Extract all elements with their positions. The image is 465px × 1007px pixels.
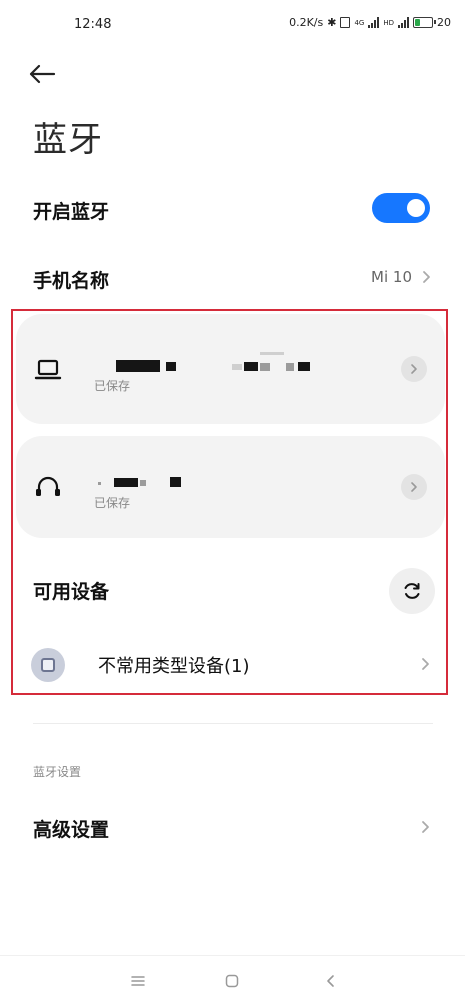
battery-icon [413, 17, 436, 28]
back-arrow-icon [29, 64, 56, 84]
signal-2-label: HD [383, 18, 394, 27]
advanced-settings-label: 高级设置 [33, 819, 110, 841]
status-indicators: 0.2K/s ✱ 4G HD 20 [289, 16, 451, 29]
phone-name-row-value[interactable]: Mi 10 [371, 268, 431, 286]
divider [33, 723, 433, 724]
bluetooth-status-icon: ✱ [327, 16, 337, 29]
status-bar: 12:48 0.2K/s ✱ 4G HD 20 [0, 0, 465, 50]
phone-name-label[interactable]: 手机名称 [33, 266, 109, 293]
phone-name-value: Mi 10 [371, 268, 412, 286]
sim-status-icon [340, 17, 351, 28]
section-label: 蓝牙设置 [33, 765, 82, 779]
back-icon [327, 975, 334, 987]
page-title: 蓝牙 [33, 120, 103, 160]
nav-back-button[interactable] [316, 968, 344, 994]
status-time: 12:48 [74, 17, 112, 32]
bluetooth-toggle-label: 开启蓝牙 [33, 201, 110, 223]
menu-icon [131, 976, 145, 986]
signal-bars-2-icon [398, 17, 409, 28]
toggle-knob [407, 199, 425, 217]
menu-button[interactable] [124, 968, 152, 994]
signal-1-label: 4G [354, 18, 365, 27]
navigation-bar [0, 955, 465, 1007]
highlight-frame [11, 309, 448, 695]
home-button[interactable] [218, 968, 246, 994]
back-button[interactable] [28, 56, 72, 92]
battery-level: 20 [437, 16, 451, 29]
chevron-right-icon [423, 271, 430, 283]
chevron-right-icon [422, 821, 429, 833]
home-icon [225, 974, 239, 988]
signal-bars-1-icon [368, 17, 380, 28]
network-speed: 0.2K/s [289, 16, 324, 29]
bluetooth-toggle-switch[interactable] [372, 193, 430, 223]
